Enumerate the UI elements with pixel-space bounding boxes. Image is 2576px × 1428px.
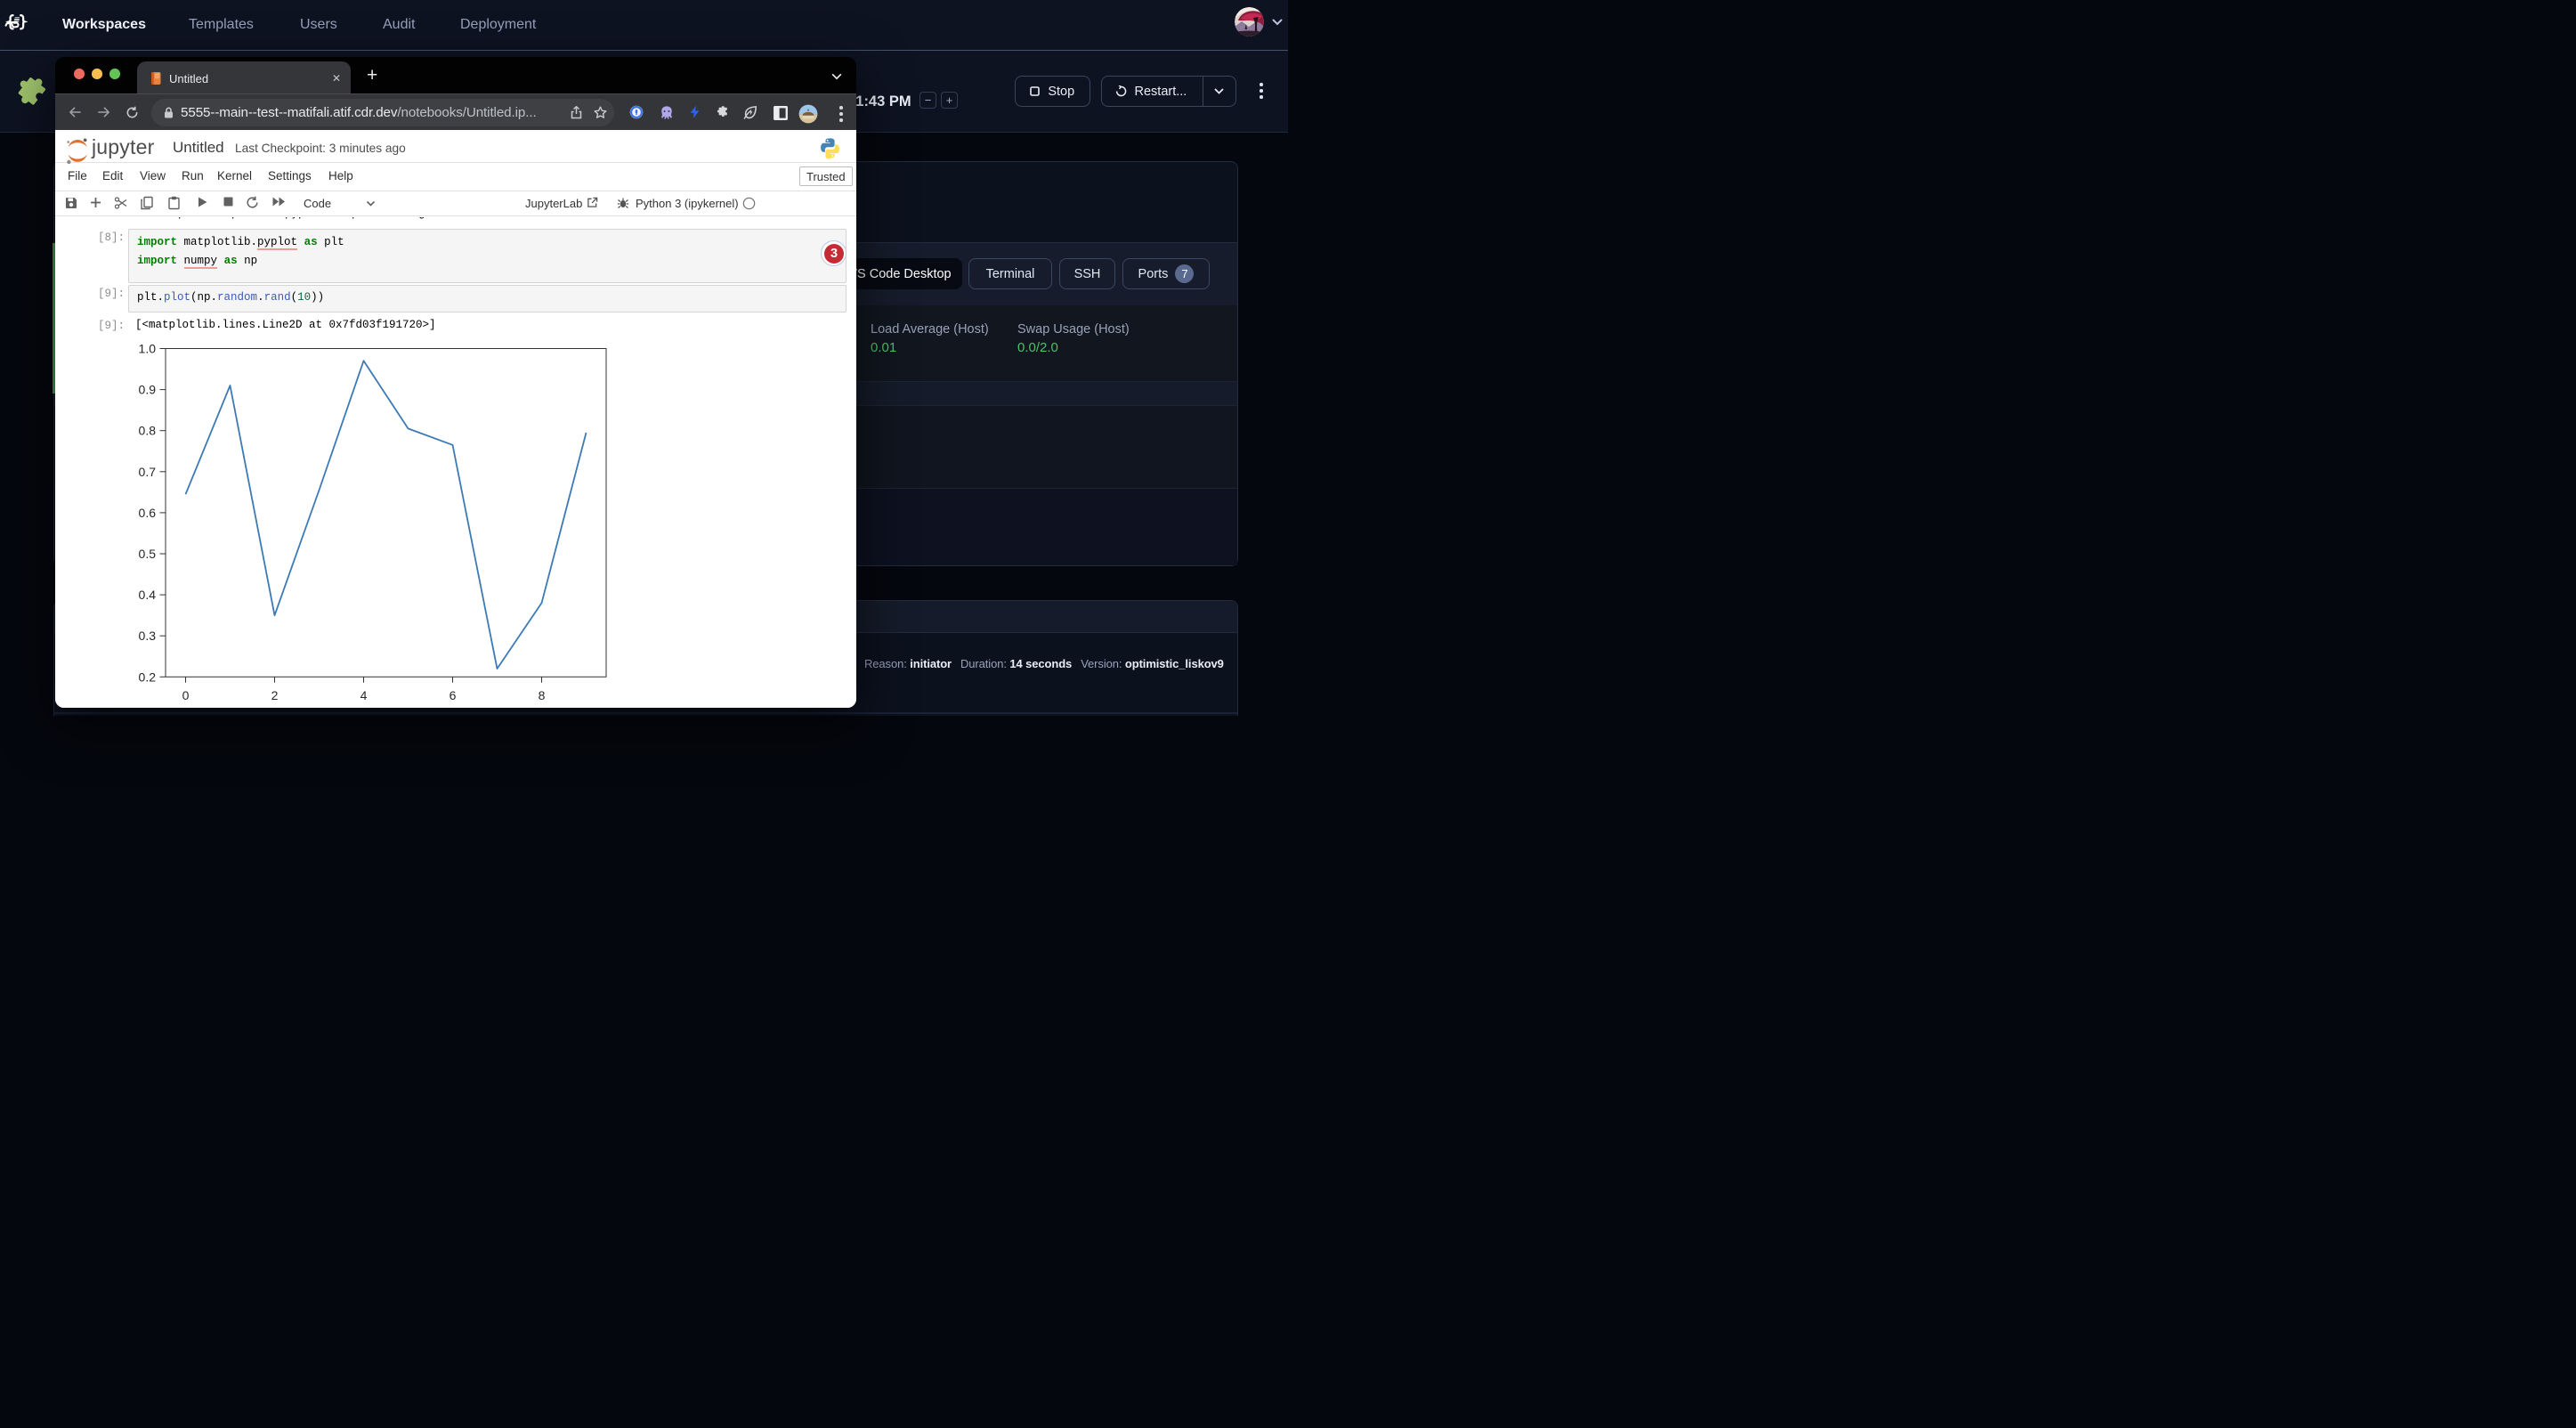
svg-text:0.7: 0.7: [139, 464, 157, 478]
svg-text:0.8: 0.8: [139, 423, 157, 437]
svg-text:0.5: 0.5: [139, 547, 157, 561]
svg-text:2: 2: [271, 688, 279, 702]
svg-text:0.4: 0.4: [139, 588, 157, 602]
svg-text:4: 4: [360, 688, 368, 702]
svg-text:0.9: 0.9: [139, 382, 157, 396]
svg-text:0.3: 0.3: [139, 629, 157, 643]
svg-text:0.6: 0.6: [139, 505, 157, 519]
svg-text:1.0: 1.0: [139, 341, 157, 355]
svg-text:0.2: 0.2: [139, 669, 157, 684]
svg-text:8: 8: [539, 688, 546, 702]
svg-text:6: 6: [450, 688, 457, 702]
svg-text:0: 0: [182, 688, 190, 702]
